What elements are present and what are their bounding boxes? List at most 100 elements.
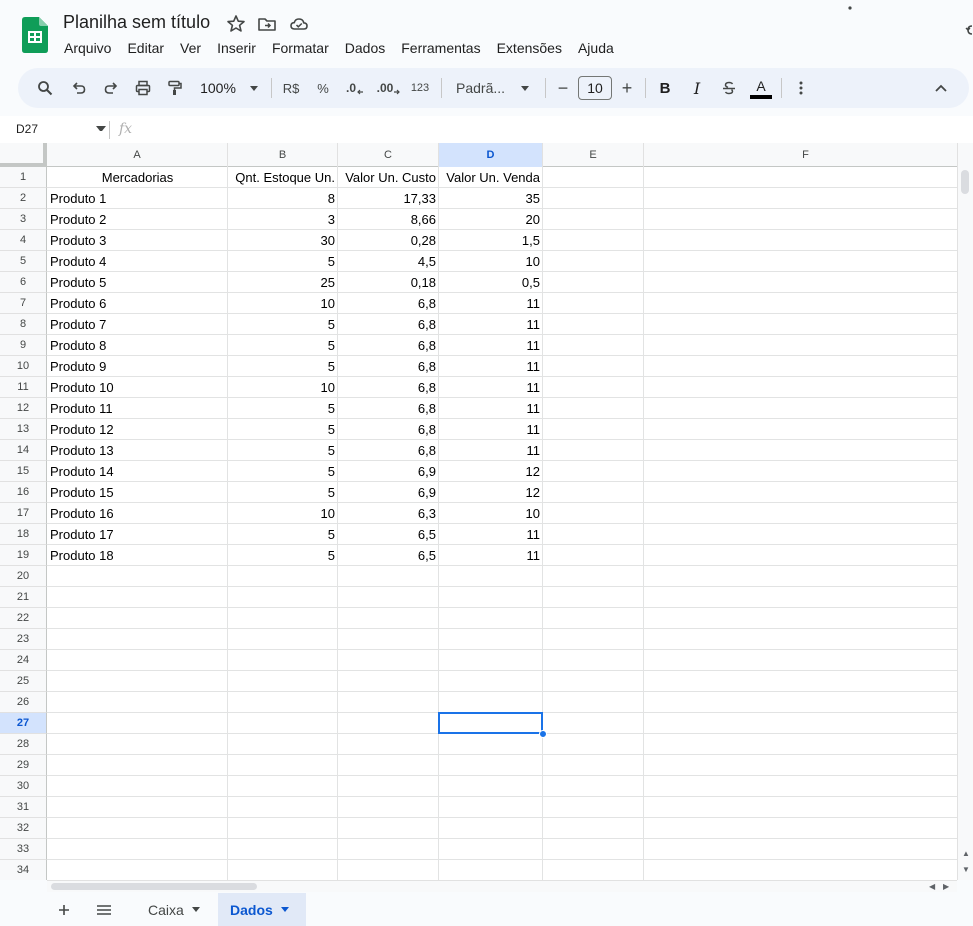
table-cell[interactable]: 5 xyxy=(228,482,338,503)
row-header-25[interactable]: 25 xyxy=(0,671,47,692)
table-cell[interactable]: 11 xyxy=(439,440,543,461)
vertical-scroll-thumb[interactable] xyxy=(961,170,969,194)
table-cell[interactable]: Produto 18 xyxy=(47,545,228,566)
table-cell[interactable]: 5 xyxy=(228,440,338,461)
sheet-tab-caixa[interactable]: Caixa xyxy=(136,893,212,926)
table-cell[interactable]: 11 xyxy=(439,314,543,335)
table-cell[interactable]: 6,8 xyxy=(338,398,439,419)
currency-format-button[interactable]: R$ xyxy=(278,68,304,108)
row-header-9[interactable]: 9 xyxy=(0,335,47,356)
row-header-19[interactable]: 19 xyxy=(0,545,47,566)
horizontal-scrollbar[interactable]: ◀ ▶ xyxy=(47,880,957,892)
row-header-10[interactable]: 10 xyxy=(0,356,47,377)
row-header-11[interactable]: 11 xyxy=(0,377,47,398)
row-header-4[interactable]: 4 xyxy=(0,230,47,251)
menu-ajuda[interactable]: Ajuda xyxy=(570,38,622,60)
table-cell[interactable]: 6,8 xyxy=(338,335,439,356)
table-cell[interactable]: Produto 8 xyxy=(47,335,228,356)
formula-input[interactable] xyxy=(140,120,950,140)
menu-extensoes[interactable]: Extensões xyxy=(489,38,570,60)
font-family-select[interactable]: Padrã... xyxy=(448,68,538,108)
header-cell[interactable]: Qnt. Estoque Un. xyxy=(228,167,338,188)
history-icon[interactable] xyxy=(965,22,973,38)
table-cell[interactable]: 4,5 xyxy=(338,251,439,272)
table-cell[interactable]: Produto 10 xyxy=(47,377,228,398)
column-header-a[interactable]: A xyxy=(47,143,228,167)
table-cell[interactable]: 10 xyxy=(228,293,338,314)
more-formats-button[interactable]: 123 xyxy=(406,68,434,108)
table-cell[interactable]: 12 xyxy=(439,461,543,482)
percent-format-button[interactable]: % xyxy=(310,68,336,108)
row-header-24[interactable]: 24 xyxy=(0,650,47,671)
row-header-27[interactable]: 27 xyxy=(0,713,47,734)
menu-inserir[interactable]: Inserir xyxy=(209,38,264,60)
menu-ver[interactable]: Ver xyxy=(172,38,209,60)
zoom-select[interactable]: 100% xyxy=(194,68,264,108)
column-header-e[interactable]: E xyxy=(543,143,644,167)
row-header-7[interactable]: 7 xyxy=(0,293,47,314)
row-header-34[interactable]: 34 xyxy=(0,860,47,880)
table-cell[interactable]: 5 xyxy=(228,398,338,419)
row-header-28[interactable]: 28 xyxy=(0,734,47,755)
spreadsheet-grid[interactable]: ABCDEF 1 2 3 4 5 6 7 8 9 10 11 12 13 14 15 16 17 18 19 20 21… xyxy=(0,143,957,880)
row-header-20[interactable]: 20 xyxy=(0,566,47,587)
scroll-down-arrow-icon[interactable]: ▼ xyxy=(962,865,970,874)
column-header-b[interactable]: B xyxy=(228,143,338,167)
table-cell[interactable]: 6,9 xyxy=(338,461,439,482)
table-cell[interactable]: 6,8 xyxy=(338,440,439,461)
table-cell[interactable]: 0,28 xyxy=(338,230,439,251)
decrease-decimal-button[interactable]: .0 xyxy=(342,68,368,108)
scroll-left-arrow-icon[interactable]: ◀ xyxy=(929,882,935,891)
strikethrough-button[interactable] xyxy=(716,68,742,108)
table-cell[interactable]: 6,8 xyxy=(338,314,439,335)
collapse-toolbar-button[interactable] xyxy=(928,68,954,108)
table-cell[interactable]: 5 xyxy=(228,545,338,566)
italic-button[interactable]: I xyxy=(684,68,710,108)
bold-button[interactable]: B xyxy=(652,68,678,108)
table-cell[interactable]: 5 xyxy=(228,461,338,482)
table-cell[interactable]: 10 xyxy=(439,503,543,524)
table-cell[interactable]: 12 xyxy=(439,482,543,503)
scroll-right-arrow-icon[interactable]: ▶ xyxy=(943,882,949,891)
table-cell[interactable]: 5 xyxy=(228,419,338,440)
table-cell[interactable]: 20 xyxy=(439,209,543,230)
menu-formatar[interactable]: Formatar xyxy=(264,38,337,60)
table-cell[interactable]: 1,5 xyxy=(439,230,543,251)
table-cell[interactable]: 6,5 xyxy=(338,524,439,545)
increase-font-size-button[interactable]: + xyxy=(616,68,638,108)
row-header-15[interactable]: 15 xyxy=(0,461,47,482)
paint-format-button[interactable] xyxy=(162,68,188,108)
row-header-30[interactable]: 30 xyxy=(0,776,47,797)
header-cell[interactable]: Valor Un. Venda xyxy=(439,167,543,188)
row-header-31[interactable]: 31 xyxy=(0,797,47,818)
select-all-corner[interactable] xyxy=(0,143,47,167)
table-cell[interactable]: Produto 13 xyxy=(47,440,228,461)
table-cell[interactable]: 10 xyxy=(439,251,543,272)
table-cell[interactable]: Produto 15 xyxy=(47,482,228,503)
column-header-f[interactable]: F xyxy=(644,143,957,167)
row-header-29[interactable]: 29 xyxy=(0,755,47,776)
chevron-down-icon[interactable] xyxy=(96,126,106,134)
row-header-16[interactable]: 16 xyxy=(0,482,47,503)
table-cell[interactable]: 11 xyxy=(439,356,543,377)
row-header-26[interactable]: 26 xyxy=(0,692,47,713)
table-cell[interactable]: 5 xyxy=(228,314,338,335)
name-box[interactable]: D27 xyxy=(16,122,38,136)
row-header-32[interactable]: 32 xyxy=(0,818,47,839)
table-cell[interactable]: 35 xyxy=(439,188,543,209)
table-cell[interactable]: 6,8 xyxy=(338,356,439,377)
table-cell[interactable]: 11 xyxy=(439,398,543,419)
row-header-13[interactable]: 13 xyxy=(0,419,47,440)
undo-button[interactable] xyxy=(66,68,92,108)
table-cell[interactable]: 8,66 xyxy=(338,209,439,230)
decrease-font-size-button[interactable]: − xyxy=(552,68,574,108)
menu-editar[interactable]: Editar xyxy=(119,38,172,60)
move-folder-icon[interactable] xyxy=(257,14,277,34)
table-cell[interactable]: 6,3 xyxy=(338,503,439,524)
active-cell-selection[interactable] xyxy=(438,712,543,734)
document-title[interactable]: Planilha sem título xyxy=(63,12,210,33)
more-vert-partial-icon[interactable] xyxy=(848,0,852,12)
table-cell[interactable]: 0,5 xyxy=(439,272,543,293)
table-cell[interactable]: Produto 12 xyxy=(47,419,228,440)
row-header-22[interactable]: 22 xyxy=(0,608,47,629)
